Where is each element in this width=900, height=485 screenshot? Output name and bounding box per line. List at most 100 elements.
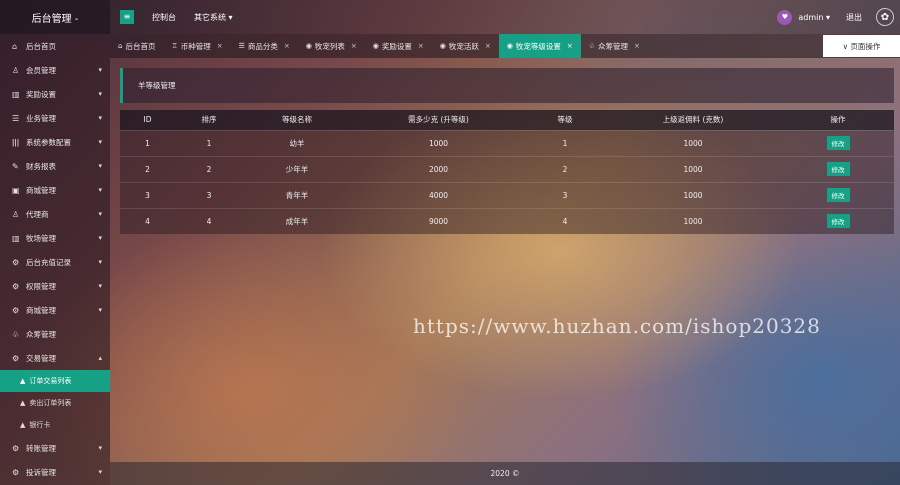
avatar-icon: ♥: [781, 13, 789, 21]
chevron-up-icon: ▴: [98, 354, 102, 362]
sidebar-item-home[interactable]: ⌂ 后台首页: [0, 34, 110, 58]
gear-icon: ⚙: [12, 353, 20, 363]
column-header: 等级: [526, 110, 604, 130]
person-icon: ▲: [20, 399, 26, 407]
sidebar-item-crowdfunding[interactable]: ♧ 众筹管理: [0, 322, 110, 346]
logout-link[interactable]: 退出: [846, 12, 862, 23]
chevron-down-icon: ▾: [98, 138, 102, 146]
shield-icon: ⚙: [12, 467, 20, 477]
sidebar-item-trading[interactable]: ⚙ 交易管理 ▴: [0, 346, 110, 370]
table-row: 2 2 少年羊 2000 2 1000 修改: [120, 155, 894, 182]
chevron-down-icon: ▾: [98, 66, 102, 74]
sidebar: ⌂ 后台首页 ♙ 会员管理 ▾ ▥ 奖励设置 ▾ ☰ 业务管理 ▾ ǀǀǀ 系统参数配置 ▾ ✎ 财…: [0, 34, 110, 485]
sidebar-item-label: 后台首页: [26, 41, 56, 51]
top-link-other-systems[interactable]: 其它系统 ▾: [194, 12, 233, 23]
sidebar-sub-label: 银行卡: [29, 421, 51, 429]
sliders-icon: ǀǀǀ: [12, 137, 20, 147]
sidebar-item-mall-2[interactable]: ⚙ 商城管理 ▾: [0, 298, 110, 322]
table-header-row: ID 排序 等级名称 需多少克 (升等级) 等级 上级返佣料 (克数) 操作: [120, 110, 894, 130]
sidebar-sub-bank-cards[interactable]: ▲ 银行卡: [0, 414, 110, 436]
sidebar-item-label: 财务报表: [26, 161, 56, 171]
radio-icon: ◉: [305, 42, 312, 50]
report-icon: ✎: [12, 161, 19, 171]
bank-icon: ▥: [12, 89, 20, 99]
chevron-down-icon: ▾: [98, 186, 102, 194]
menu-toggle-button[interactable]: ≡: [120, 10, 134, 24]
sidebar-item-rewards[interactable]: ▥ 奖励设置 ▾: [0, 82, 110, 106]
close-icon[interactable]: ×: [485, 42, 491, 50]
home-icon: ⌂: [12, 41, 18, 51]
coin-icon: ♖: [171, 42, 178, 50]
close-icon[interactable]: ×: [217, 42, 223, 50]
sidebar-item-system-config[interactable]: ǀǀǀ 系统参数配置 ▾: [0, 130, 110, 154]
sidebar-item-complaints[interactable]: ⚙ 投诉管理 ▾: [0, 460, 110, 484]
user-icon: ♙: [12, 65, 20, 75]
sidebar-item-label: 权限管理: [26, 281, 56, 291]
gear-icon: ⚙: [12, 443, 20, 453]
chevron-down-icon: ▾: [98, 468, 102, 476]
tab-currency[interactable]: ♖ 币种管理 ×: [163, 34, 230, 58]
avatar[interactable]: ♥: [777, 9, 793, 25]
bank-icon: ▥: [12, 233, 20, 243]
app-logo[interactable]: 后台管理 -: [0, 0, 110, 34]
chevron-down-icon: ▾: [98, 90, 102, 98]
sidebar-item-label: 众筹管理: [26, 329, 56, 339]
sidebar-sub-label: 订单交易列表: [29, 377, 72, 385]
footer: 2020 ©: [110, 462, 900, 485]
close-icon[interactable]: ×: [567, 42, 573, 50]
column-header: 需多少克 (升等级): [351, 110, 526, 130]
table-row: 4 4 成年羊 9000 4 1000 修改: [120, 207, 894, 234]
edit-button[interactable]: 修改: [826, 136, 850, 150]
tab-bar: ⌂ 后台首页 ♖ 币种管理 × ☰ 商品分类 × ◉ 牧宠列表 × ◉ 奖励设置 × ◉ 牧宠活跃 ×…: [110, 34, 900, 58]
sidebar-item-permissions[interactable]: ⚙ 权限管理 ▾: [0, 274, 110, 298]
user-icon: ♙: [12, 209, 20, 219]
table-row: 1 1 幼羊 1000 1 1000 修改: [120, 129, 894, 156]
tab-pet-list[interactable]: ◉ 牧宠列表 ×: [298, 34, 365, 58]
level-table: ID 排序 等级名称 需多少克 (升等级) 等级 上级返佣料 (克数) 操作 1…: [120, 110, 894, 234]
page-operations-dropdown[interactable]: ∨ 页面操作: [823, 35, 900, 57]
tab-pet-level-settings[interactable]: ◉ 牧宠等级设置 ×: [498, 34, 581, 58]
sidebar-item-agents[interactable]: ♙ 代理商 ▾: [0, 202, 110, 226]
tab-pet-active[interactable]: ◉ 牧宠活跃 ×: [432, 34, 499, 58]
tab-home[interactable]: ⌂ 后台首页: [110, 34, 163, 58]
edit-button[interactable]: 修改: [826, 214, 850, 229]
radio-icon: ◉: [372, 42, 379, 50]
sidebar-item-transfers[interactable]: ⚙ 转账管理 ▾: [0, 436, 110, 460]
edit-button[interactable]: 修改: [826, 188, 850, 202]
list-icon: ☰: [12, 113, 20, 123]
shop-icon: ▣: [12, 185, 20, 195]
close-icon[interactable]: ×: [418, 42, 424, 50]
chevron-down-icon: ▾: [98, 210, 102, 218]
column-header: 等级名称: [243, 110, 351, 130]
tab-crowdfunding[interactable]: ♧ 众筹管理 ×: [581, 34, 648, 58]
sidebar-sub-order-trades[interactable]: ▲ 订单交易列表: [0, 370, 110, 392]
close-icon[interactable]: ×: [351, 42, 357, 50]
column-header: ID: [120, 110, 175, 130]
sidebar-item-business[interactable]: ☰ 业务管理 ▾: [0, 106, 110, 130]
radio-icon: ◉: [506, 42, 513, 50]
theme-switch-icon[interactable]: ✿: [876, 8, 894, 26]
user-menu[interactable]: admin ▾: [798, 13, 830, 22]
gear-icon: ⚙: [12, 257, 20, 267]
person-icon: ▲: [20, 421, 26, 429]
sidebar-item-ranch[interactable]: ▥ 牧场管理 ▾: [0, 226, 110, 250]
sidebar-item-mall[interactable]: ▣ 商城管理 ▾: [0, 178, 110, 202]
tab-categories[interactable]: ☰ 商品分类 ×: [231, 34, 298, 58]
sidebar-item-recharge[interactable]: ⚙ 后台充值记录 ▾: [0, 250, 110, 274]
sidebar-item-finance[interactable]: ✎ 财务报表 ▾: [0, 154, 110, 178]
watermark-text: https://www.huzhan.com/ishop20328: [413, 314, 821, 338]
close-icon[interactable]: ×: [634, 42, 640, 50]
top-header: 后台管理 - ≡ 控制台 其它系统 ▾ ♥ admin ▾ 退出 ✿: [0, 0, 900, 34]
chevron-down-icon: ▾: [98, 114, 102, 122]
edit-button[interactable]: 修改: [826, 162, 850, 176]
close-icon[interactable]: ×: [284, 42, 290, 50]
sidebar-sub-sell-orders[interactable]: ▲ 卖出订单列表: [0, 392, 110, 414]
chevron-down-icon: ▾: [98, 306, 102, 314]
sidebar-item-members[interactable]: ♙ 会员管理 ▾: [0, 58, 110, 82]
sidebar-item-label: 奖励设置: [26, 89, 56, 99]
chevron-down-icon: ▾: [98, 162, 102, 170]
gear-icon: ⚙: [12, 305, 20, 315]
gear-icon: ⚙: [12, 281, 20, 291]
top-link-console[interactable]: 控制台: [152, 12, 176, 23]
tab-rewards[interactable]: ◉ 奖励设置 ×: [365, 34, 432, 58]
